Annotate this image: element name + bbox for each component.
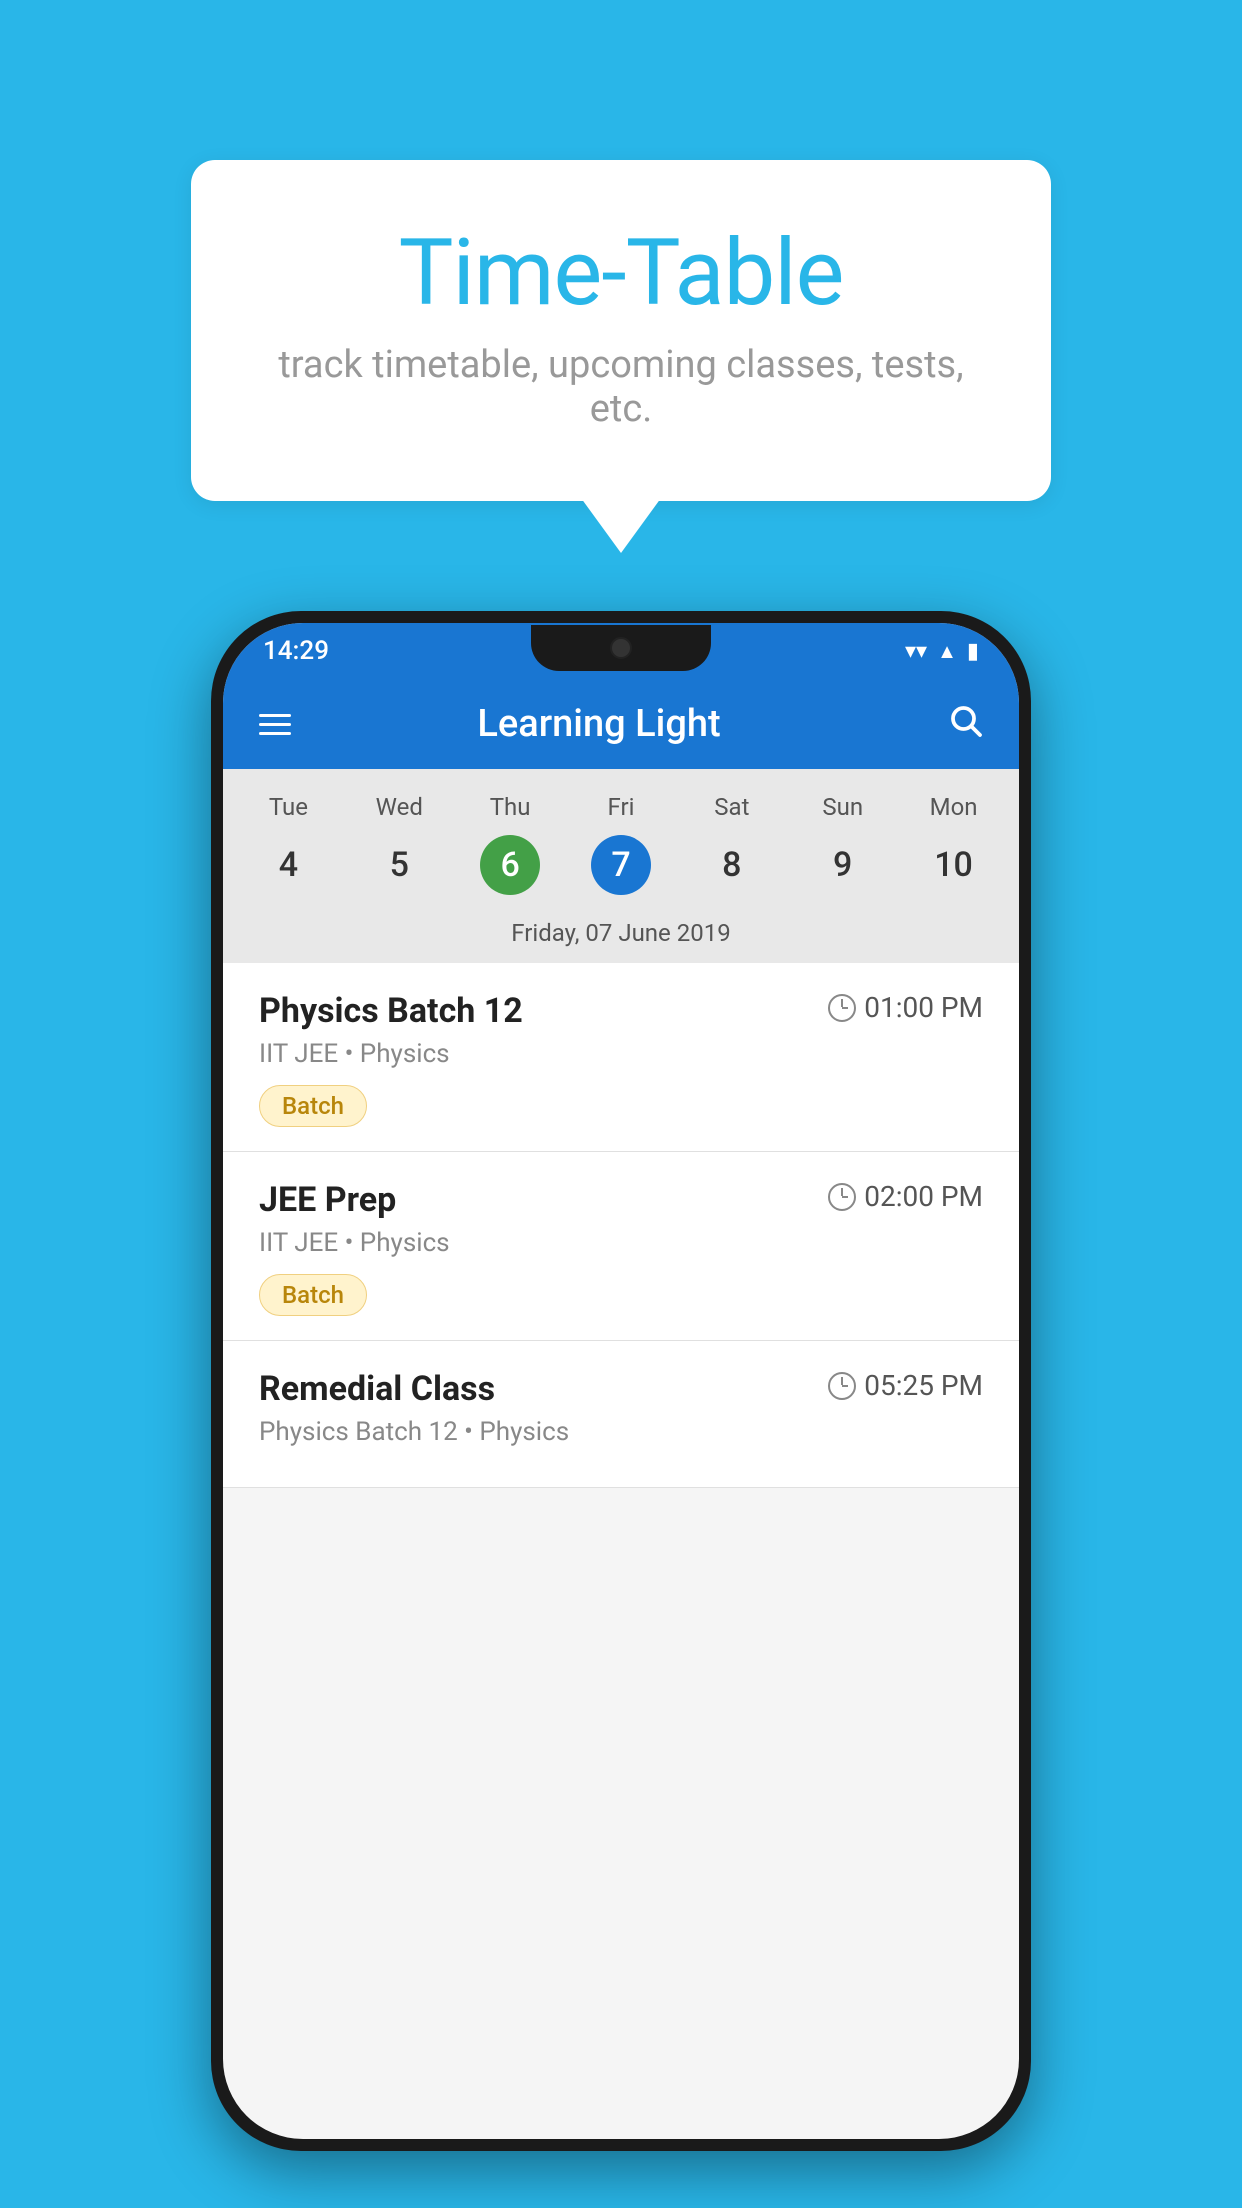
selected-date-label: Friday, 07 June 2019 <box>233 911 1009 963</box>
camera <box>610 637 632 659</box>
tooltip-card: Time-Table track timetable, upcoming cla… <box>191 160 1051 501</box>
schedule-time-value-2: 02:00 PM <box>864 1180 983 1213</box>
wifi-icon: ▾▾ <box>905 639 927 664</box>
day-header-sun: Sun <box>787 789 898 825</box>
schedule-name-1: Physics Batch 12 <box>259 991 523 1031</box>
day-4[interactable]: 4 <box>258 835 318 895</box>
phone-notch <box>531 625 711 671</box>
schedule-subtitle-1: IIT JEE • Physics <box>259 1039 983 1069</box>
status-icons: ▾▾ ▲ ▮ <box>905 639 979 664</box>
calendar-strip: Tue Wed Thu Fri Sat Sun Mon 4 5 6 7 8 9 … <box>223 769 1019 963</box>
day-header-sat: Sat <box>676 789 787 825</box>
batch-badge-1: Batch <box>259 1085 367 1127</box>
day-10[interactable]: 10 <box>924 835 984 895</box>
signal-icon: ▲ <box>937 639 957 664</box>
schedule-item-3-header: Remedial Class 05:25 PM <box>259 1369 983 1409</box>
day-6-today[interactable]: 6 <box>480 835 540 895</box>
schedule-time-value-3: 05:25 PM <box>864 1369 983 1402</box>
schedule-subtitle-3: Physics Batch 12 • Physics <box>259 1417 983 1447</box>
schedule-name-3: Remedial Class <box>259 1369 495 1409</box>
schedule-item-2-header: JEE Prep 02:00 PM <box>259 1180 983 1220</box>
day-header-mon: Mon <box>898 789 1009 825</box>
day-numbers: 4 5 6 7 8 9 10 <box>233 835 1009 911</box>
day-8[interactable]: 8 <box>702 835 762 895</box>
tooltip-subtitle: track timetable, upcoming classes, tests… <box>271 343 971 431</box>
clock-icon-2 <box>828 1183 856 1211</box>
schedule-time-2: 02:00 PM <box>828 1180 983 1213</box>
schedule-time-value-1: 01:00 PM <box>864 991 983 1024</box>
clock-icon-3 <box>828 1372 856 1400</box>
status-time: 14:29 <box>263 636 329 666</box>
app-title: Learning Light <box>279 702 919 746</box>
day-7-selected[interactable]: 7 <box>591 835 651 895</box>
app-bar: Learning Light <box>223 679 1019 769</box>
phone-frame: 14:29 ▾▾ ▲ ▮ Learning Light <box>211 611 1031 2151</box>
day-9[interactable]: 9 <box>813 835 873 895</box>
day-header-tue: Tue <box>233 789 344 825</box>
day-5[interactable]: 5 <box>369 835 429 895</box>
schedule-item-1[interactable]: Physics Batch 12 01:00 PM IIT JEE • Phys… <box>223 963 1019 1152</box>
phone-mockup: 14:29 ▾▾ ▲ ▮ Learning Light <box>211 611 1031 2151</box>
phone-screen: 14:29 ▾▾ ▲ ▮ Learning Light <box>223 623 1019 2139</box>
day-header-fri: Fri <box>566 789 677 825</box>
schedule-item-1-header: Physics Batch 12 01:00 PM <box>259 991 983 1031</box>
schedule-name-2: JEE Prep <box>259 1180 396 1220</box>
schedule-list: Physics Batch 12 01:00 PM IIT JEE • Phys… <box>223 963 1019 1488</box>
schedule-time-3: 05:25 PM <box>828 1369 983 1402</box>
day-header-thu: Thu <box>455 789 566 825</box>
schedule-item-3[interactable]: Remedial Class 05:25 PM Physics Batch 12… <box>223 1341 1019 1488</box>
battery-icon: ▮ <box>967 639 979 664</box>
day-header-wed: Wed <box>344 789 455 825</box>
tooltip-title: Time-Table <box>271 220 971 327</box>
day-headers: Tue Wed Thu Fri Sat Sun Mon <box>233 789 1009 825</box>
search-icon[interactable] <box>947 702 983 747</box>
schedule-time-1: 01:00 PM <box>828 991 983 1024</box>
batch-badge-2: Batch <box>259 1274 367 1316</box>
schedule-subtitle-2: IIT JEE • Physics <box>259 1228 983 1258</box>
clock-icon-1 <box>828 994 856 1022</box>
schedule-item-2[interactable]: JEE Prep 02:00 PM IIT JEE • Physics Batc… <box>223 1152 1019 1341</box>
